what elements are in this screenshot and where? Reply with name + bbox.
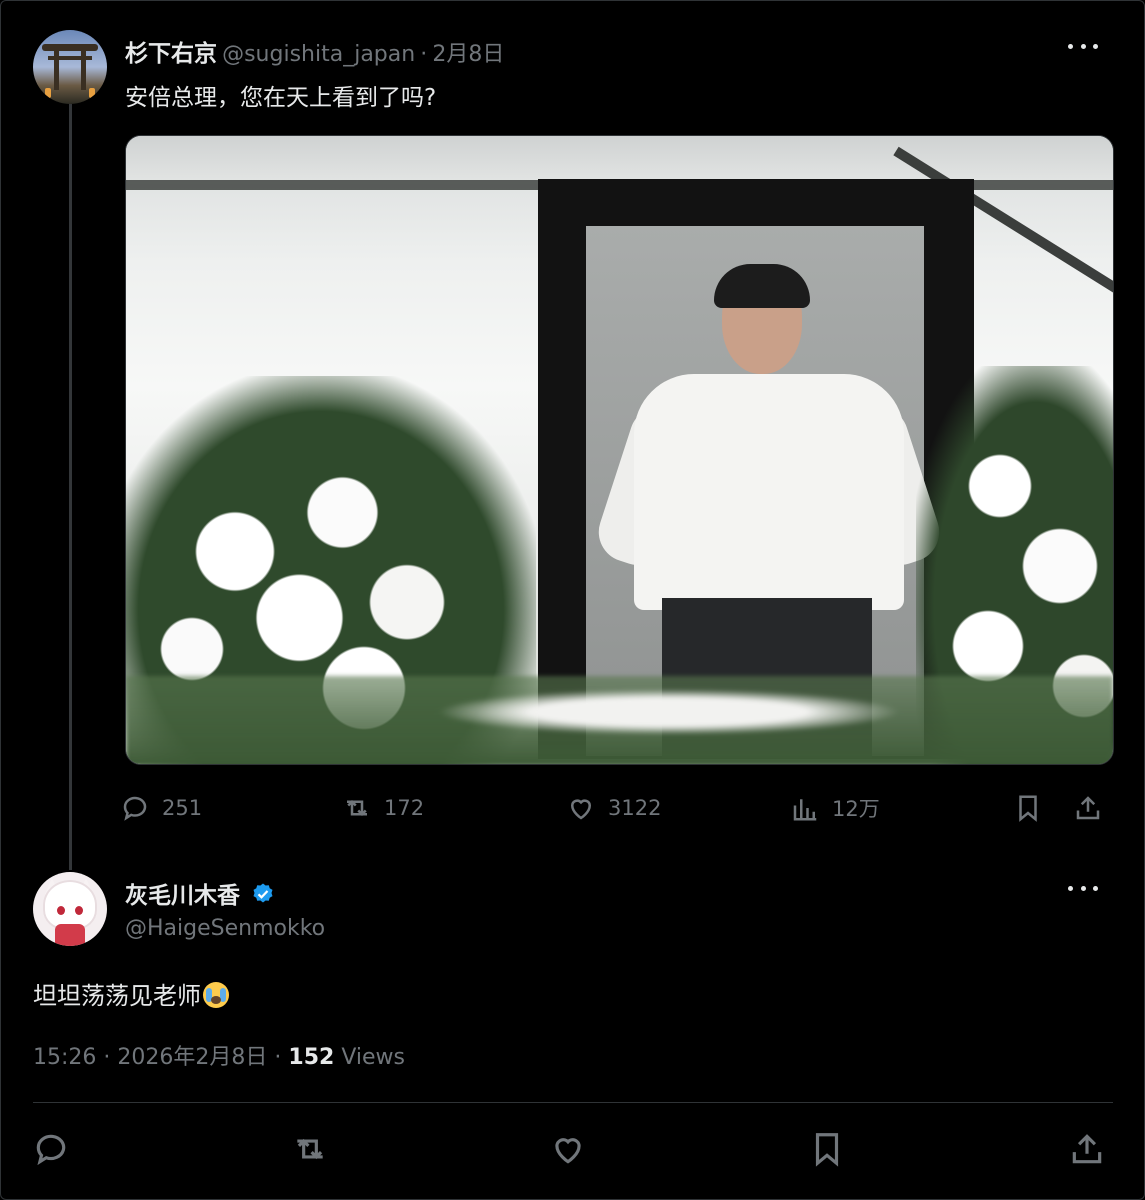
reply-meta: 15:26 · 2026年2月8日 · 152 Views — [33, 1039, 405, 1071]
like-button[interactable] — [549, 1130, 589, 1170]
views-count[interactable]: 152 — [288, 1045, 334, 1070]
post-action-bar: 251 172 3122 12万 — [120, 790, 1110, 830]
share-button[interactable] — [1068, 1130, 1108, 1170]
reply-button[interactable]: 251 — [120, 790, 202, 826]
separator: · — [274, 1045, 282, 1070]
author-handle[interactable]: @HaigeSenmokko — [125, 916, 325, 941]
reply-button[interactable] — [32, 1130, 72, 1170]
reply-text-row: 坦坦荡荡见老师 — [33, 976, 229, 1011]
reply-count: 251 — [162, 796, 203, 820]
view-count: 12万 — [832, 797, 880, 821]
bookmark-button[interactable] — [1013, 790, 1043, 826]
views-button[interactable]: 12万 — [790, 790, 880, 826]
reply-icon — [123, 796, 147, 821]
analytics-icon — [793, 799, 817, 821]
share-button[interactable] — [1073, 790, 1103, 826]
thread-connector — [69, 104, 72, 870]
bookmark-button[interactable] — [808, 1130, 848, 1170]
bookmark-icon — [1019, 795, 1037, 822]
repost-icon — [347, 799, 367, 817]
more-icon[interactable] — [1068, 42, 1098, 52]
author-name[interactable]: 杉下右京 — [125, 41, 217, 67]
reply-text: 坦坦荡荡见老师 — [33, 982, 201, 1010]
repost-icon — [297, 1138, 323, 1160]
repost-button[interactable]: 172 — [342, 790, 424, 826]
reply-header: 灰毛川木香 — [125, 876, 275, 910]
verified-badge-icon — [253, 883, 273, 903]
author-handle[interactable]: @sugishita_japan — [222, 42, 415, 67]
reply-date[interactable]: 2026年2月8日 — [117, 1045, 267, 1070]
separator: · — [103, 1045, 111, 1070]
like-count: 3122 — [608, 796, 662, 820]
heart-icon — [570, 799, 592, 820]
heart-icon — [555, 1138, 581, 1164]
post-text: 安倍总理，您在天上看到了吗? — [125, 85, 437, 111]
reply-time[interactable]: 15:26 — [33, 1045, 96, 1070]
post-header: 杉下右京 @sugishita_japan · 2月8日 — [125, 34, 504, 68]
crying-face-emoji-icon — [203, 982, 229, 1008]
reply-icon — [36, 1134, 66, 1166]
divider — [33, 1102, 1113, 1103]
share-icon — [1072, 1134, 1102, 1164]
reply-action-bar — [0, 1130, 1145, 1180]
like-button[interactable]: 3122 — [566, 790, 661, 826]
more-icon[interactable] — [1068, 884, 1098, 894]
avatar[interactable] — [33, 30, 107, 104]
repost-button[interactable] — [291, 1130, 331, 1170]
avatar[interactable] — [33, 872, 107, 946]
post-date[interactable]: 2月8日 — [432, 42, 504, 67]
bookmark-icon — [815, 1133, 839, 1167]
share-icon — [1076, 796, 1100, 820]
repost-count: 172 — [384, 796, 425, 820]
author-name[interactable]: 灰毛川木香 — [125, 883, 240, 909]
views-label: Views — [341, 1045, 405, 1070]
separator: · — [420, 42, 428, 67]
post-image[interactable] — [125, 135, 1114, 765]
